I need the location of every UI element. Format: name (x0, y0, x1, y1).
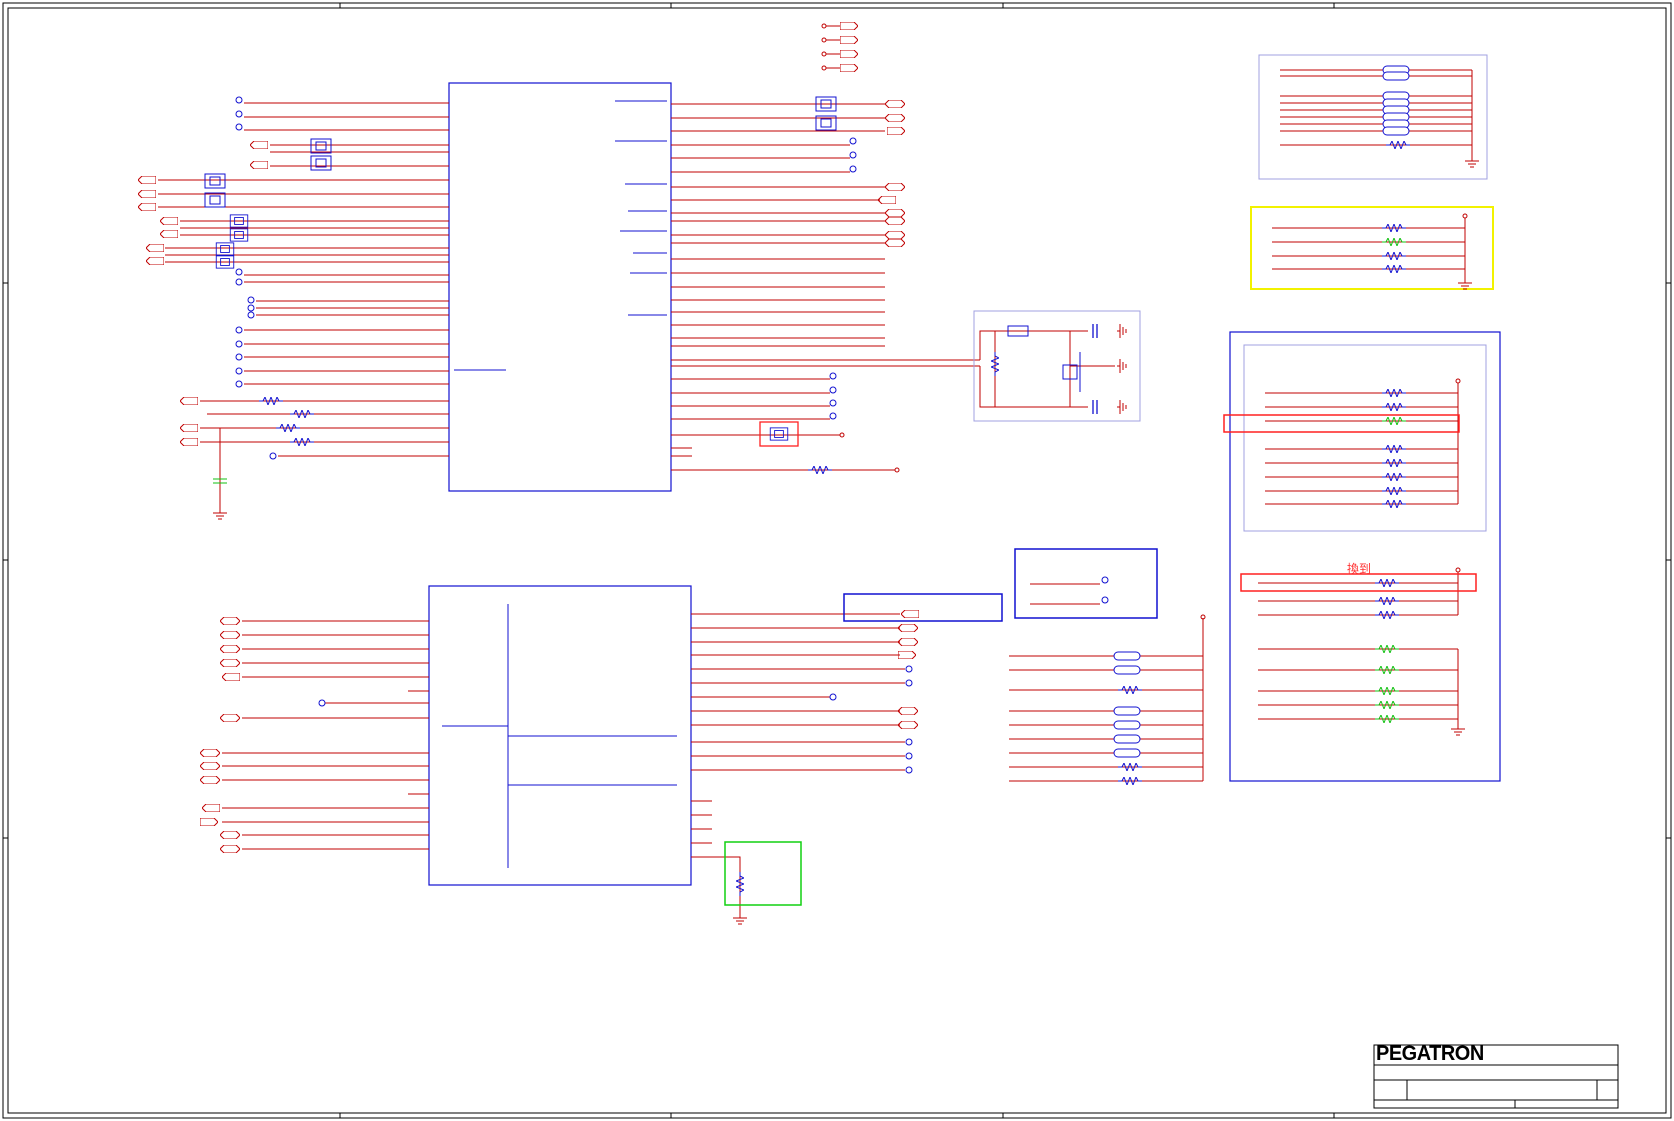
company-logo: PEGATRON (1376, 1042, 1484, 1065)
sheet-frame (2, 2, 1672, 1119)
lower-ic-left-components (200, 617, 326, 853)
ic-lower (428, 585, 692, 886)
crystal-subcircuit (973, 310, 1141, 422)
lower-ic-left-wires (222, 620, 429, 850)
ferrite-group-top (1258, 54, 1488, 180)
lower-ic-right-wires (691, 613, 905, 915)
resistor-group-right-panel (1223, 331, 1501, 782)
ic-upper (448, 82, 672, 492)
lower-ic-right-components (724, 593, 1003, 925)
testpoint-box (1014, 548, 1158, 619)
red-annotation-note: 換到 (1347, 562, 1372, 576)
resistor-bank-middle (1009, 614, 1206, 785)
resistor-group-yellow (1250, 206, 1494, 290)
upper-ic-right-wires (671, 25, 980, 471)
upper-ic-left-wires (158, 102, 449, 510)
schematic-sheet (2, 2, 1672, 1119)
